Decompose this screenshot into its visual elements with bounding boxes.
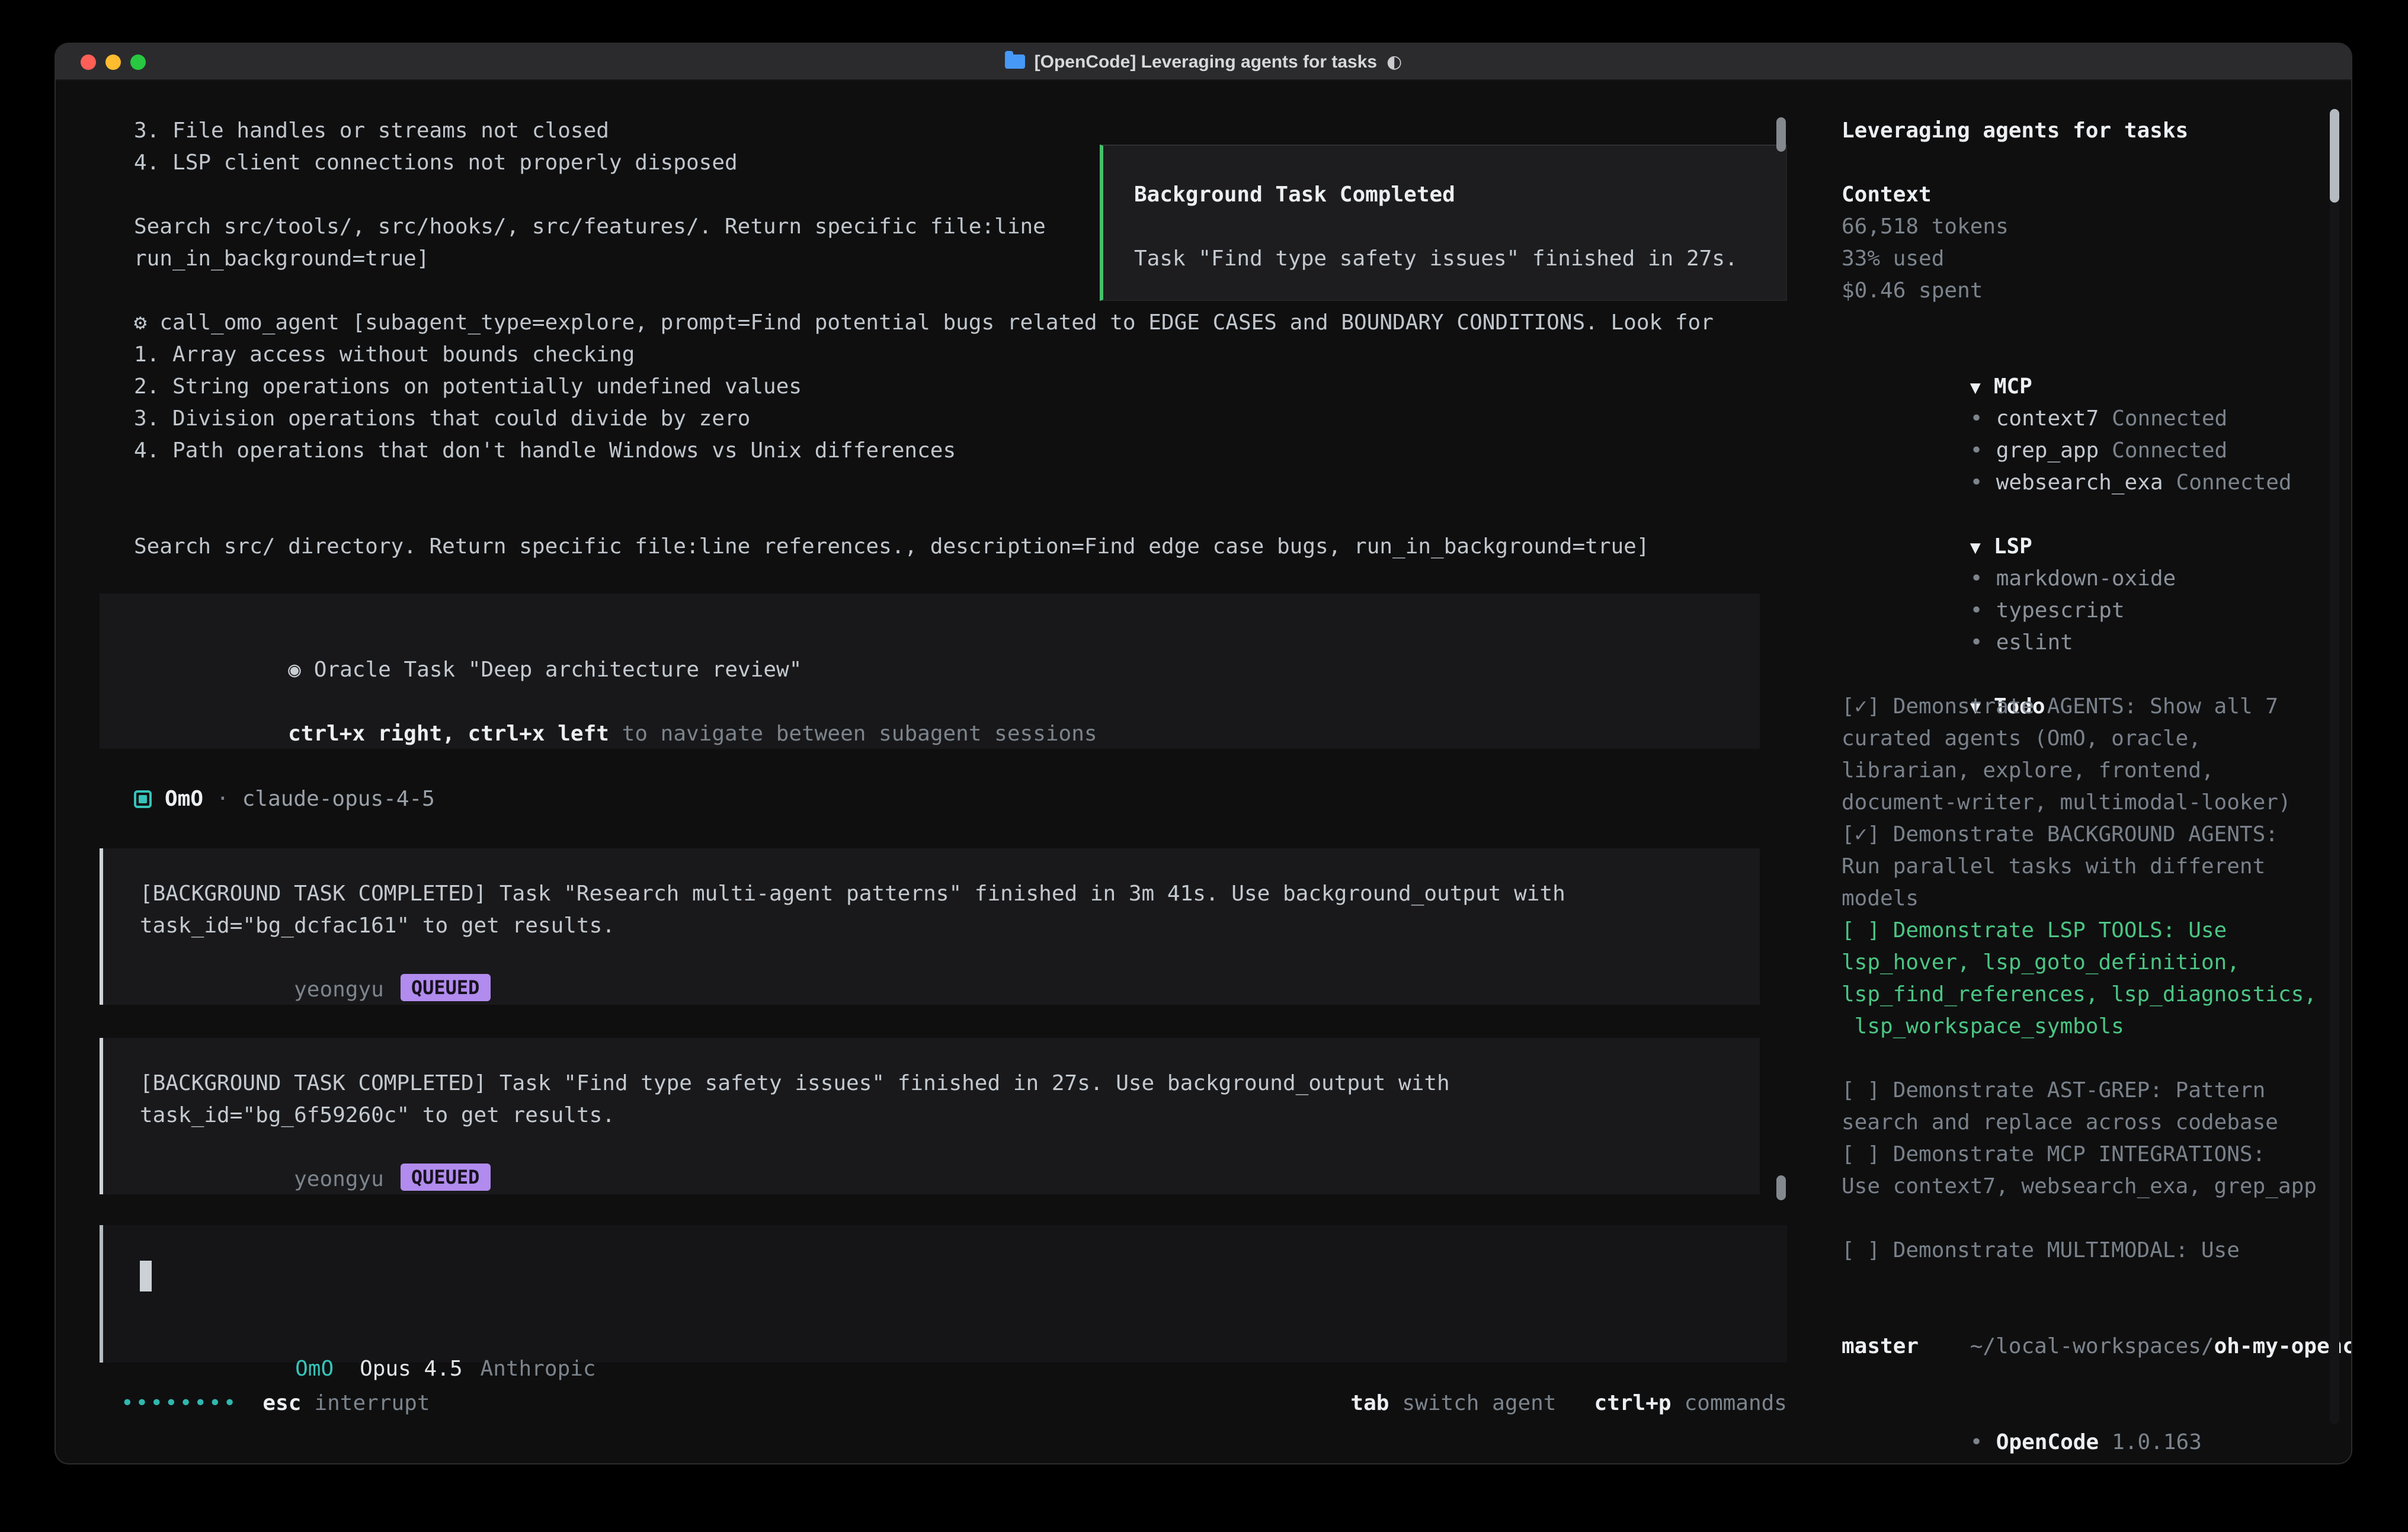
todo-item-mcp-integrations: [ ] Demonstrate MCP INTEGRATIONS: Use co… <box>1842 1139 2351 1203</box>
notification-toast[interactable]: Background Task Completed Task "Find typ… <box>1100 145 1787 301</box>
chevron-down-icon: ▼ <box>1970 377 1981 398</box>
oracle-task-title: Oracle Task "Deep architecture review" <box>314 658 802 682</box>
tab-key-hint: tab <box>1350 1391 1389 1416</box>
spinner-dots: •••••••• <box>121 1391 238 1416</box>
commands-key-label: commands <box>1685 1391 1787 1416</box>
status-bar: •••••••• esc interrupt tab switch agent … <box>121 1387 1787 1419</box>
message-text: [BACKGROUND TASK COMPLETED] Task "Resear… <box>140 878 1723 910</box>
model-indicator: OmOOpus 4.5Anthropic <box>141 1321 596 1353</box>
toast-title: Background Task Completed <box>1134 179 1755 211</box>
bullet-icon: • <box>1970 563 1996 595</box>
close-button[interactable] <box>81 55 96 70</box>
status-right: tab switch agent ctrl+p commands <box>1350 1391 1787 1416</box>
context-tokens: 66,518 tokens <box>1842 211 2351 243</box>
context-used: 33% used <box>1842 243 2351 275</box>
context-heading: Context <box>1842 179 2351 211</box>
message-author: yeongyu <box>294 1167 384 1192</box>
terminal-window: [OpenCode] Leveraging agents for tasks ◐… <box>56 44 2351 1463</box>
agent-name: OmO <box>165 787 203 812</box>
sidebar-scrollbar[interactable] <box>2330 109 2339 1424</box>
message-card: [BACKGROUND TASK COMPLETED] Task "Resear… <box>100 848 1760 1005</box>
titlebar[interactable]: [OpenCode] Leveraging agents for tasks ◐ <box>56 44 2351 81</box>
message-task-id: task_id="bg_6f59260c" to get results. <box>140 1100 1723 1132</box>
message-author: yeongyu <box>294 977 384 1002</box>
folder-icon <box>1005 55 1025 69</box>
message-meta-row: yeongyuQUEUED <box>140 942 1723 974</box>
model-name: Opus 4.5 <box>360 1357 462 1382</box>
tab-key-label: switch agent <box>1402 1391 1556 1416</box>
message-card: [BACKGROUND TASK COMPLETED] Task "Find t… <box>100 1038 1760 1194</box>
agent-model: claude-opus-4-5 <box>242 787 435 812</box>
todo-item-lsp-tools: [ ] Demonstrate LSP TOOLS: Use lsp_hover… <box>1842 915 2351 1043</box>
bullet-icon: • <box>1970 467 1996 499</box>
window-title-text: [OpenCode] Leveraging agents for tasks <box>1035 52 1377 72</box>
oracle-task-icon: ◉ <box>288 658 301 682</box>
terminal-main: 3. File handles or streams not closed 4.… <box>100 81 1797 1463</box>
message-meta-row: yeongyuQUEUED <box>140 1132 1723 1164</box>
bullet-icon: • <box>1970 627 1996 659</box>
desktop: [OpenCode] Leveraging agents for tasks ◐… <box>0 0 2408 1532</box>
agent-separator: · <box>216 787 229 812</box>
todo-item-background-agents: [✓] Demonstrate BACKGROUND AGENTS: Run p… <box>1842 819 2351 915</box>
traffic-lights <box>81 55 146 70</box>
todo-item-multimodal: [ ] Demonstrate MULTIMODAL: Use <box>1842 1235 2351 1267</box>
scrollbar-thumb-top[interactable] <box>1776 117 1786 152</box>
model-provider: Anthropic <box>481 1357 596 1382</box>
esc-key-hint: esc <box>262 1391 301 1416</box>
model-short-name: OmO <box>295 1357 334 1382</box>
sidebar: Leveraging agents for tasks Context 66,5… <box>1819 81 2351 1463</box>
activity-indicator-icon: ◐ <box>1386 51 1402 72</box>
agent-header: OmO · claude-opus-4-5 <box>134 783 435 815</box>
chevron-down-icon: ▼ <box>1970 537 1981 558</box>
bullet-icon: • <box>1970 435 1996 467</box>
minimize-button[interactable] <box>105 55 121 70</box>
oracle-task-title-row: ◉Oracle Task "Deep architecture review" <box>134 622 1725 654</box>
todo-item-ast-grep: [ ] Demonstrate AST-GREP: Pattern search… <box>1842 1075 2351 1139</box>
sidebar-scrollbar-thumb[interactable] <box>2330 109 2339 203</box>
navigation-hint-keys: ctrl+x right, ctrl+x left <box>288 722 609 746</box>
main-scrollbar[interactable] <box>1776 81 1786 1463</box>
window-title: [OpenCode] Leveraging agents for tasks ◐ <box>1005 51 1402 72</box>
esc-key-label: interrupt <box>314 1391 430 1416</box>
context-spent: $0.46 spent <box>1842 275 2351 307</box>
queued-badge: QUEUED <box>401 974 491 1001</box>
navigation-hint-text: to navigate between subagent sessions <box>609 722 1097 746</box>
session-title: Leveraging agents for tasks <box>1842 115 2351 147</box>
version-number: 1.0.163 <box>2112 1430 2202 1455</box>
omo-agent-icon <box>134 790 152 808</box>
oracle-task-box: ◉Oracle Task "Deep architecture review" … <box>100 594 1760 749</box>
commands-key-hint: ctrl+p <box>1594 1391 1671 1416</box>
toast-spacer <box>1134 211 1755 243</box>
scrollbar-thumb-bottom[interactable] <box>1776 1175 1786 1200</box>
workspace-path: ~/local-workspaces/oh-my-opencode: <box>1842 1299 2351 1331</box>
status-left: •••••••• esc interrupt <box>121 1391 430 1416</box>
opencode-version: •OpenCode1.0.163 <box>1842 1395 2351 1427</box>
window-content: 3. File handles or streams not closed 4.… <box>56 81 2351 1463</box>
prompt-input[interactable]: OmOOpus 4.5Anthropic <box>100 1225 1787 1363</box>
queued-badge: QUEUED <box>401 1164 491 1191</box>
bullet-icon: • <box>1970 403 1996 435</box>
todo-item-agents: [✓] Demonstrate AGENTS: Show all 7 curat… <box>1842 691 2351 819</box>
message-task-id: task_id="bg_dcfac161" to get results. <box>140 910 1723 942</box>
zoom-button[interactable] <box>130 55 146 70</box>
app-name: OpenCode <box>1996 1430 2099 1455</box>
message-text: [BACKGROUND TASK COMPLETED] Task "Find t… <box>140 1068 1723 1100</box>
bullet-icon: • <box>1970 595 1996 627</box>
text-cursor <box>140 1261 152 1291</box>
toast-body: Task "Find type safety issues" finished … <box>1134 243 1755 275</box>
mcp-section-heading[interactable]: ▼MCP <box>1842 339 2351 371</box>
navigation-hint: ctrl+x right, ctrl+x left to navigate be… <box>134 686 1725 718</box>
bullet-icon: • <box>1970 1427 1996 1459</box>
